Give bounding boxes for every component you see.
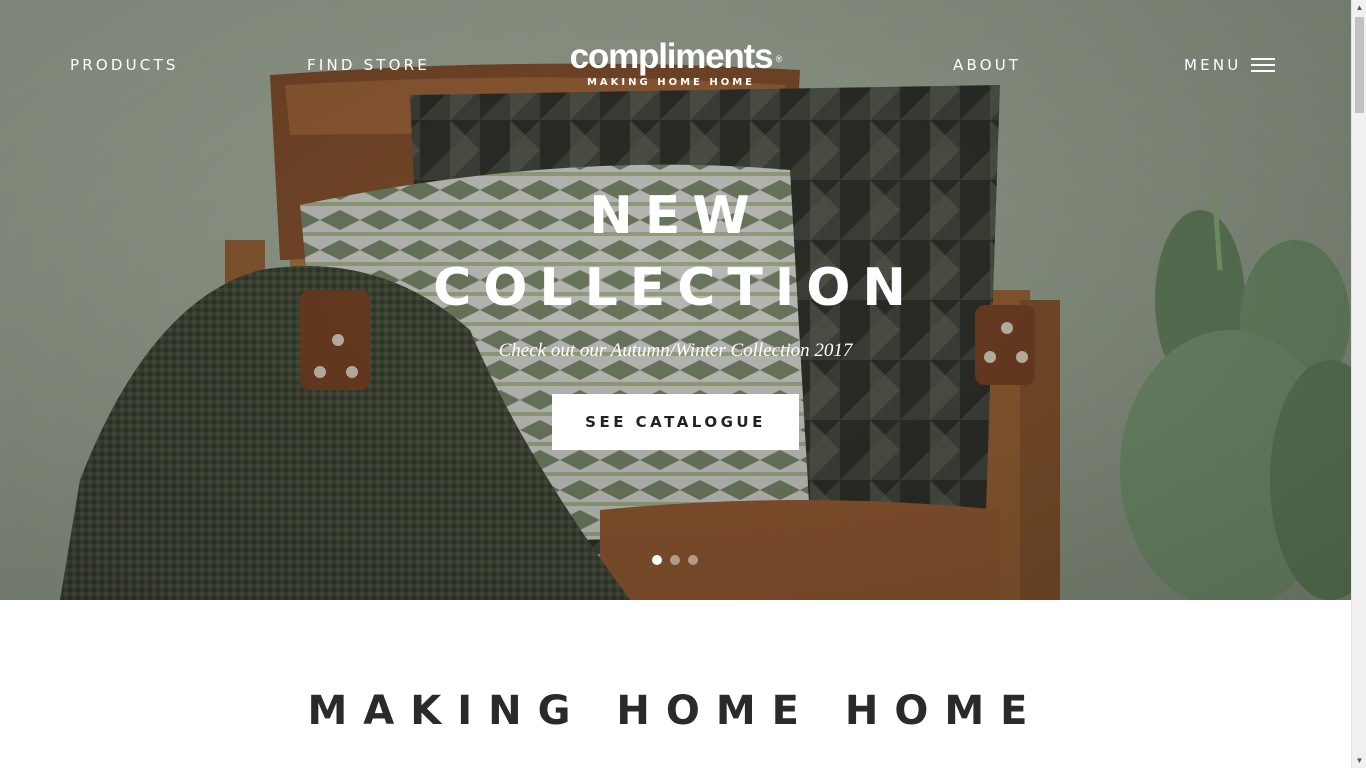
hamburger-icon: [1251, 58, 1276, 72]
nav-about-link[interactable]: ABOUT: [953, 56, 1021, 74]
arrow-down-icon[interactable]: ▼: [1352, 753, 1366, 768]
carousel-dots: [652, 555, 698, 565]
carousel-dot-1[interactable]: [652, 555, 662, 565]
page-scrollbar[interactable]: ▲ ▼: [1351, 0, 1366, 768]
arrow-up-icon[interactable]: ▲: [1352, 0, 1366, 15]
hero-subtitle: Check out our Autumn/Winter Collection 2…: [498, 340, 853, 361]
section-title: MAKING HOME HOME: [307, 688, 1044, 734]
menu-label: MENU: [1184, 56, 1242, 74]
scrollbar-thumb[interactable]: [1355, 17, 1364, 113]
nav-menu-button[interactable]: MENU: [1184, 56, 1276, 74]
nav-find-store-link[interactable]: FIND STORE: [307, 56, 430, 74]
logo-tagline: MAKING HOME HOME: [586, 77, 755, 88]
see-catalogue-button[interactable]: SEE CATALOGUE: [552, 394, 799, 450]
hero-title-line1: NEW: [589, 186, 762, 246]
hero-banner: PRODUCTS FIND STORE compliments ® MAKING …: [0, 0, 1351, 600]
logo-wordmark: compliments ®: [569, 37, 783, 76]
carousel-dot-2[interactable]: [670, 555, 680, 565]
logo-registered-mark: ®: [775, 54, 783, 64]
page: PRODUCTS FIND STORE compliments ® MAKING …: [0, 0, 1351, 768]
logo-word-text: compliments: [569, 37, 774, 76]
carousel-dot-3[interactable]: [688, 555, 698, 565]
brand-logo[interactable]: compliments ® MAKING HOME HOME: [566, 37, 783, 89]
hero-title-line2: COLLECTION: [433, 258, 918, 318]
hero-title: NEW COLLECTION: [0, 180, 1351, 324]
nav-products-link[interactable]: PRODUCTS: [70, 56, 179, 74]
